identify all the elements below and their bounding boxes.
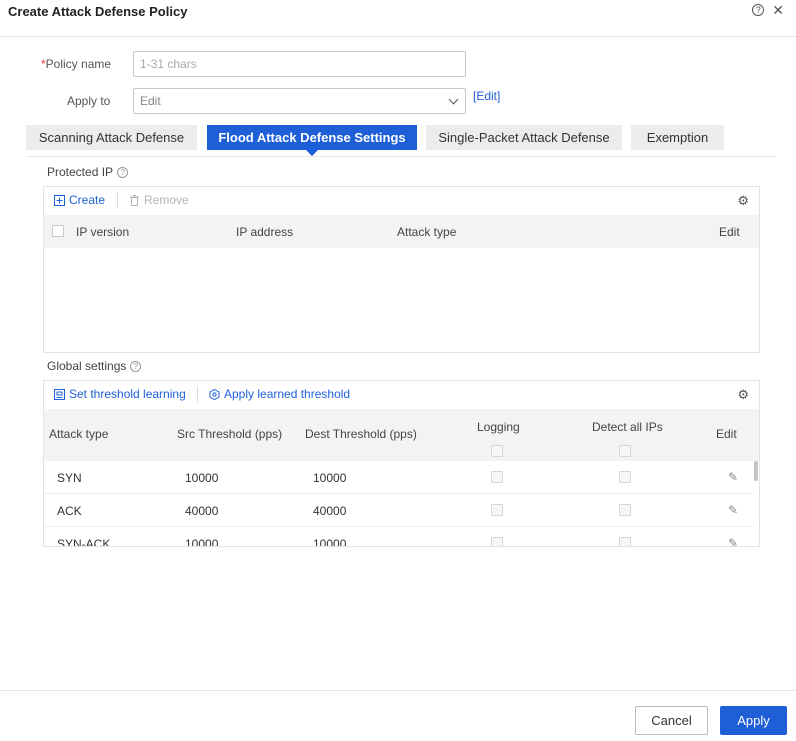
dialog-title: Create Attack Defense Policy — [8, 4, 188, 19]
global-settings-table: Set threshold learning Apply learned thr… — [43, 380, 760, 547]
protected-ip-title: Protected IP — [47, 165, 114, 179]
global-settings-title: Global settings — [47, 359, 127, 373]
help-circle-icon[interactable]: ? — [752, 4, 765, 16]
logging-all-checkbox[interactable] — [491, 445, 503, 457]
table-row: SYN 10000 10000 ✎ — [44, 461, 754, 494]
src-threshold-cell: 40000 — [185, 504, 219, 518]
policy-tabs: Scanning Attack Defense Flood Attack Def… — [26, 125, 776, 157]
header-icons: ? ✕ — [752, 3, 784, 17]
col-ip-address: IP address — [236, 225, 294, 239]
col-ip-version: IP version — [76, 225, 130, 239]
src-threshold-cell: 10000 — [185, 471, 219, 485]
policy-name-label: *Policy name — [41, 57, 111, 71]
col-src-threshold: Src Threshold (pps) — [177, 427, 283, 441]
remove-label: Remove — [144, 193, 189, 207]
attack-type-cell: SYN — [57, 471, 82, 485]
select-all-checkbox[interactable] — [52, 225, 64, 237]
chart-box-icon — [54, 388, 65, 400]
dialog-header: Create Attack Defense Policy ? ✕ — [0, 0, 796, 37]
col-attack-type: Attack type — [397, 225, 457, 239]
tab-exemption[interactable]: Exemption — [631, 125, 724, 150]
logging-checkbox[interactable] — [491, 504, 503, 516]
policy-name-label-text: Policy name — [45, 57, 112, 71]
help-circle-icon[interactable]: ? — [117, 166, 129, 178]
help-circle-icon[interactable]: ? — [130, 360, 142, 372]
gear-icon[interactable]: ⚙ — [737, 387, 749, 403]
col-detect-all-ips: Detect all IPs — [592, 420, 663, 434]
apply-learned-threshold-label: Apply learned threshold — [224, 387, 351, 401]
create-button[interactable]: Create — [54, 193, 105, 207]
hexagon-shield-icon — [209, 388, 220, 400]
pencil-icon[interactable]: ✎ — [728, 503, 738, 517]
create-label: Create — [69, 193, 106, 207]
global-settings-toolbar: Set threshold learning Apply learned thr… — [44, 381, 759, 409]
set-threshold-learning-label: Set threshold learning — [69, 387, 186, 401]
detect-all-ips-all-checkbox[interactable] — [619, 445, 631, 457]
table-row: SYN-ACK 10000 10000 ✎ — [44, 527, 754, 547]
apply-to-select[interactable]: Edit — [133, 88, 466, 114]
close-icon[interactable]: ✕ — [772, 3, 784, 17]
dialog-footer: Cancel Apply — [0, 690, 796, 741]
col-dest-threshold: Dest Threshold (pps) — [305, 427, 417, 441]
protected-ip-header-row: IP version IP address Attack type Edit — [44, 215, 759, 248]
toolbar-divider — [117, 192, 118, 208]
remove-button[interactable]: Remove — [129, 193, 189, 207]
protected-ip-table: Create Remove ⚙ IP version IP address At… — [43, 186, 760, 353]
src-threshold-cell: 10000 — [185, 537, 219, 547]
logging-checkbox[interactable] — [491, 471, 503, 483]
dest-threshold-cell: 10000 — [313, 471, 347, 485]
table-scrollbar[interactable] — [753, 461, 759, 546]
chevron-down-icon — [448, 94, 459, 105]
attack-type-cell: ACK — [57, 504, 82, 518]
tab-flood-attack-defense-settings[interactable]: Flood Attack Defense Settings — [207, 125, 417, 156]
scrollbar-thumb[interactable] — [754, 461, 758, 481]
attack-type-cell: SYN-ACK — [57, 537, 111, 547]
apply-to-label: Apply to — [67, 94, 111, 108]
pencil-icon[interactable]: ✎ — [728, 470, 738, 484]
set-threshold-learning-button[interactable]: Set threshold learning — [54, 387, 186, 401]
tab-single-packet-attack-defense[interactable]: Single-Packet Attack Defense — [426, 125, 622, 150]
col-edit: Edit — [719, 225, 740, 239]
dest-threshold-cell: 10000 — [313, 537, 347, 547]
detect-all-ips-checkbox[interactable] — [619, 471, 631, 483]
apply-learned-threshold-button[interactable]: Apply learned threshold — [209, 387, 350, 401]
logging-checkbox[interactable] — [491, 537, 503, 546]
apply-button[interactable]: Apply — [720, 706, 787, 735]
trash-icon — [130, 194, 139, 206]
dest-threshold-cell: 40000 — [313, 504, 347, 518]
col-attack-type: Attack type — [49, 427, 109, 441]
toolbar-divider — [197, 386, 198, 402]
detect-all-ips-checkbox[interactable] — [619, 537, 631, 546]
global-settings-section-label: Global settings ? — [47, 359, 142, 373]
tab-scanning-attack-defense[interactable]: Scanning Attack Defense — [26, 125, 197, 150]
apply-to-edit-link[interactable]: [Edit] — [473, 89, 500, 103]
table-row: ACK 40000 40000 ✎ — [44, 494, 754, 527]
col-logging: Logging — [477, 420, 520, 434]
protected-ip-toolbar: Create Remove ⚙ — [44, 187, 759, 215]
plus-square-icon — [54, 194, 65, 206]
pencil-icon[interactable]: ✎ — [728, 536, 738, 546]
protected-ip-section-label: Protected IP ? — [47, 165, 129, 179]
cancel-button[interactable]: Cancel — [635, 706, 708, 735]
apply-to-value: Edit — [140, 94, 161, 108]
detect-all-ips-checkbox[interactable] — [619, 504, 631, 516]
col-edit: Edit — [716, 427, 737, 441]
policy-name-input[interactable] — [133, 51, 466, 77]
global-settings-header-row: Attack type Src Threshold (pps) Dest Thr… — [44, 409, 759, 461]
gear-icon[interactable]: ⚙ — [737, 193, 749, 209]
